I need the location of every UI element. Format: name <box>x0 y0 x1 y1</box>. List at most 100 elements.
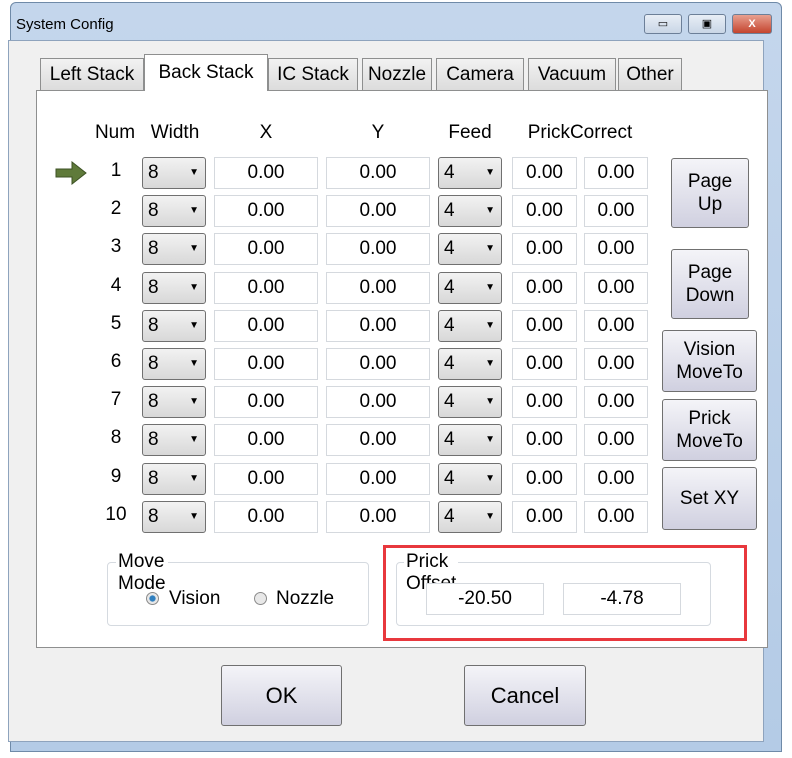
radio-nozzle[interactable] <box>254 592 267 605</box>
tab-ic-stack[interactable]: IC Stack <box>268 58 358 90</box>
x-input[interactable]: 0.00 <box>214 386 318 419</box>
prick-correct-1-input[interactable]: 0.00 <box>512 271 577 304</box>
row-num: 4 <box>110 274 122 296</box>
prick-correct-2-input[interactable]: 0.00 <box>584 195 648 228</box>
dropdown-arrow-icon: ▼ <box>485 358 495 369</box>
feed-select[interactable]: 4 ▼ <box>438 386 502 419</box>
radio-nozzle-label[interactable]: Nozzle <box>276 588 334 610</box>
set-xy-button[interactable]: Set XY <box>662 467 757 530</box>
width-value: 8 <box>148 391 159 413</box>
width-select[interactable]: 8 ▼ <box>142 157 206 189</box>
feed-select[interactable]: 4 ▼ <box>438 348 502 380</box>
prick-correct-2-input[interactable]: 0.00 <box>584 233 648 266</box>
y-input[interactable]: 0.00 <box>326 386 430 419</box>
set-xy-label: Set XY <box>679 488 740 509</box>
y-input[interactable]: 0.00 <box>326 195 430 228</box>
width-select[interactable]: 8 ▼ <box>142 348 206 380</box>
x-input[interactable]: 0.00 <box>214 195 318 228</box>
feed-select[interactable]: 4 ▼ <box>438 462 502 495</box>
y-input[interactable]: 0.00 <box>326 348 430 380</box>
width-select[interactable]: 8 ▼ <box>142 233 206 266</box>
feed-select[interactable]: 4 ▼ <box>438 195 502 228</box>
tab-back-stack[interactable]: Back Stack <box>144 54 268 91</box>
y-input[interactable]: 0.00 <box>326 157 430 189</box>
prick-correct-2-input[interactable]: 0.00 <box>584 309 648 342</box>
prick-correct-2-input[interactable]: 0.00 <box>584 462 648 495</box>
prick-correct-1-input[interactable]: 0.00 <box>512 348 577 380</box>
feed-select[interactable]: 4 ▼ <box>438 500 502 533</box>
maximize-button[interactable]: ▣ <box>688 14 726 34</box>
prick-correct-2-input[interactable]: 0.00 <box>584 271 648 304</box>
page-down-button[interactable]: Page Down <box>671 249 749 319</box>
y-input[interactable]: 0.00 <box>326 271 430 304</box>
prick-moveto-button[interactable]: Prick MoveTo <box>662 399 757 461</box>
width-select[interactable]: 8 ▼ <box>142 309 206 342</box>
width-select[interactable]: 8 ▼ <box>142 424 206 457</box>
minimize-button[interactable]: ▭ <box>644 14 682 34</box>
prick-correct-2-input[interactable]: 0.00 <box>584 386 648 419</box>
close-icon: X <box>748 18 756 30</box>
x-input[interactable]: 0.00 <box>214 309 318 342</box>
y-input[interactable]: 0.00 <box>326 309 430 342</box>
width-select[interactable]: 8 ▼ <box>142 500 206 533</box>
cancel-label: Cancel <box>490 683 560 708</box>
prick-correct-2-input[interactable]: 0.00 <box>584 348 648 380</box>
tab-other[interactable]: Other <box>618 58 682 90</box>
prick-correct-1-input[interactable]: 0.00 <box>512 309 577 342</box>
radio-vision-label[interactable]: Vision <box>169 588 220 610</box>
x-input[interactable]: 0.00 <box>214 424 318 457</box>
prick-correct-1-input[interactable]: 0.00 <box>512 157 577 189</box>
feed-select[interactable]: 4 ▼ <box>438 157 502 189</box>
page-down-label-2: Down <box>685 285 735 306</box>
maximize-icon: ▣ <box>701 18 713 30</box>
prick-correct-1-input[interactable]: 0.00 <box>512 500 577 533</box>
feed-select[interactable]: 4 ▼ <box>438 424 502 457</box>
header-width: Width <box>150 122 200 143</box>
x-input[interactable]: 0.00 <box>214 348 318 380</box>
width-select[interactable]: 8 ▼ <box>142 386 206 419</box>
prick-offset-y-input[interactable]: -4.78 <box>563 583 681 615</box>
prick-correct-2-input[interactable]: 0.00 <box>584 157 648 189</box>
row-num: 6 <box>110 351 122 372</box>
cancel-button[interactable]: Cancel <box>464 665 586 726</box>
ok-button[interactable]: OK <box>221 665 342 726</box>
tab-left-stack[interactable]: Left Stack <box>40 58 144 90</box>
x-input[interactable]: 0.00 <box>214 157 318 189</box>
tab-camera[interactable]: Camera <box>436 58 524 90</box>
prick-offset-x-input[interactable]: -20.50 <box>426 583 544 615</box>
width-select[interactable]: 8 ▼ <box>142 271 206 304</box>
x-input[interactable]: 0.00 <box>214 233 318 266</box>
dropdown-arrow-icon: ▼ <box>189 205 199 217</box>
x-input[interactable]: 0.00 <box>214 462 318 495</box>
vision-moveto-button[interactable]: Vision MoveTo <box>662 330 757 392</box>
radio-vision[interactable] <box>146 592 159 605</box>
y-input[interactable]: 0.00 <box>326 462 430 495</box>
prick-correct-2-input[interactable]: 0.00 <box>584 424 648 457</box>
x-input[interactable]: 0.00 <box>214 500 318 533</box>
width-select[interactable]: 8 ▼ <box>142 195 206 228</box>
prick-correct-1-input[interactable]: 0.00 <box>512 386 577 419</box>
close-button[interactable]: X <box>732 14 772 34</box>
feed-select[interactable]: 4 ▼ <box>438 271 502 304</box>
x-input[interactable]: 0.00 <box>214 271 318 304</box>
prick-correct-1-input[interactable]: 0.00 <box>512 424 577 457</box>
row-num: 7 <box>110 389 122 411</box>
page-up-button[interactable]: Page Up <box>671 158 749 228</box>
y-input[interactable]: 0.00 <box>326 500 430 533</box>
feed-select[interactable]: 4 ▼ <box>438 309 502 342</box>
prick-correct-1-input[interactable]: 0.00 <box>512 233 577 266</box>
tab-nozzle[interactable]: Nozzle <box>362 58 432 90</box>
prick-correct-2-input[interactable]: 0.00 <box>584 500 648 533</box>
width-select[interactable]: 8 ▼ <box>142 462 206 495</box>
prick-correct-1-input[interactable]: 0.00 <box>512 195 577 228</box>
width-value: 8 <box>148 200 159 222</box>
width-value: 8 <box>148 162 159 183</box>
tab-vacuum[interactable]: Vacuum <box>528 58 616 90</box>
dropdown-arrow-icon: ▼ <box>485 472 495 484</box>
feed-value: 4 <box>444 314 455 336</box>
y-input[interactable]: 0.00 <box>326 233 430 266</box>
feed-select[interactable]: 4 ▼ <box>438 233 502 266</box>
window-title: System Config <box>16 16 114 33</box>
y-input[interactable]: 0.00 <box>326 424 430 457</box>
prick-correct-1-input[interactable]: 0.00 <box>512 462 577 495</box>
